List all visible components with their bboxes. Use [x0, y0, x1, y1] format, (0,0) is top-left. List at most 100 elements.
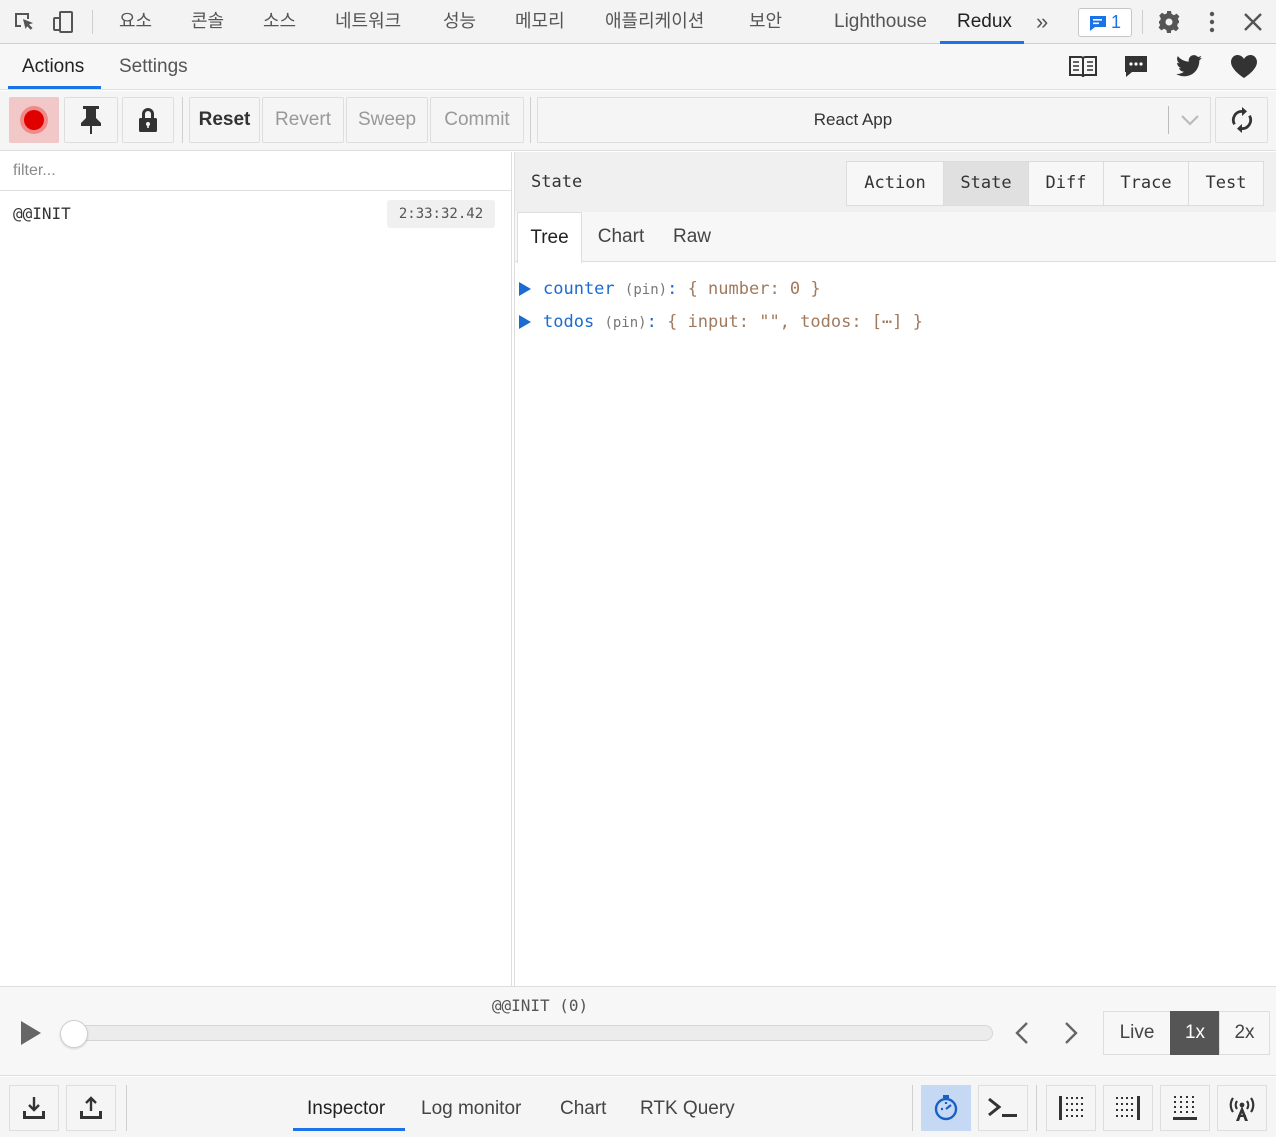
- action-timestamp: 2:33:32.42: [387, 200, 495, 228]
- settings-gear-icon[interactable]: [1157, 10, 1181, 34]
- tab-performance[interactable]: 성능: [443, 0, 476, 44]
- pin-link[interactable]: (pin): [625, 282, 667, 298]
- import-button[interactable]: [9, 1085, 59, 1131]
- active-tab-indicator: [293, 1128, 405, 1131]
- message-icon: [1089, 15, 1107, 32]
- timer-icon: [932, 1094, 960, 1122]
- issues-badge[interactable]: 1: [1078, 8, 1132, 37]
- terminal-button[interactable]: [978, 1085, 1028, 1131]
- more-tabs-button[interactable]: »: [1036, 0, 1048, 44]
- tree-value: { number: 0 }: [687, 279, 821, 299]
- dispatcher-toggle-button[interactable]: [921, 1085, 971, 1131]
- kebab-menu-icon[interactable]: [1200, 10, 1224, 34]
- divider: [1036, 1085, 1037, 1131]
- pin-icon: [79, 105, 103, 135]
- divider: [126, 1085, 127, 1131]
- device-toolbar-icon[interactable]: [51, 10, 75, 34]
- tab-settings[interactable]: Settings: [119, 44, 188, 90]
- divider: [92, 10, 93, 34]
- divider: [912, 1085, 913, 1131]
- action-list-item[interactable]: @@INIT 2:33:32.42: [0, 192, 511, 236]
- terminal-icon: [987, 1097, 1019, 1119]
- tree-node-todos[interactable]: todos (pin): { input: "", todos: [⋯] }: [515, 309, 1275, 337]
- slider-action-label: @@INIT (0): [491, 996, 589, 1015]
- speed-live-button[interactable]: Live: [1103, 1011, 1171, 1055]
- export-button[interactable]: [66, 1085, 116, 1131]
- chat-icon[interactable]: [1123, 54, 1153, 80]
- tree-colon: :: [646, 312, 657, 332]
- download-icon: [21, 1095, 47, 1121]
- tab-memory[interactable]: 메모리: [515, 0, 565, 44]
- slider-thumb[interactable]: [60, 1020, 88, 1048]
- dock-left-button[interactable]: [1046, 1085, 1096, 1131]
- sync-icon: [1229, 106, 1255, 134]
- speed-1x-button[interactable]: 1x: [1170, 1011, 1220, 1055]
- active-tab-indicator: [8, 86, 101, 89]
- subtab-raw[interactable]: Raw: [667, 212, 717, 262]
- chevron-down-icon: [1180, 112, 1200, 128]
- element-picker-icon[interactable]: [12, 10, 36, 34]
- tree-node-label: counter (pin): { number: 0 }: [543, 279, 821, 299]
- tree-node-counter[interactable]: counter (pin): { number: 0 }: [515, 276, 1275, 304]
- tab-elements[interactable]: 요소: [119, 0, 152, 44]
- tab-application[interactable]: 애플리케이션: [605, 0, 704, 44]
- chevron-left-icon[interactable]: [1013, 1021, 1033, 1045]
- upload-icon: [78, 1095, 104, 1121]
- state-view-tabs: Tree Chart Raw: [515, 212, 1276, 263]
- bottom-bar: Inspector Log monitor Chart RTK Query: [0, 1077, 1276, 1137]
- action-name: @@INIT: [13, 204, 71, 223]
- slider-track[interactable]: [63, 1025, 993, 1041]
- state-panel-header: State Action State Diff Trace Test: [515, 152, 1276, 212]
- state-panel: State Action State Diff Trace Test Tree …: [514, 152, 1276, 986]
- tab-network[interactable]: 네트워크: [335, 0, 401, 44]
- dock-bottom-icon: [1172, 1095, 1198, 1121]
- instance-name: React App: [813, 110, 893, 129]
- tree-value: { input: "", todos: [⋯] }: [667, 312, 923, 332]
- tab-test[interactable]: Test: [1188, 161, 1264, 206]
- tab-diff[interactable]: Diff: [1028, 161, 1104, 206]
- tree-node-label: todos (pin): { input: "", todos: [⋯] }: [543, 312, 923, 332]
- record-button[interactable]: [9, 97, 59, 143]
- chevron-right-icon[interactable]: [1060, 1021, 1080, 1045]
- tab-lighthouse[interactable]: Lighthouse: [834, 0, 927, 44]
- record-icon: [19, 105, 49, 135]
- tab-state[interactable]: State: [943, 161, 1029, 206]
- subtab-tree[interactable]: Tree: [517, 212, 582, 263]
- dock-right-button[interactable]: [1103, 1085, 1153, 1131]
- tab-redux[interactable]: Redux: [957, 0, 1012, 44]
- instance-select[interactable]: React App: [537, 97, 1211, 143]
- broadcast-tower-icon: [1226, 1094, 1258, 1122]
- dock-bottom-button[interactable]: [1160, 1085, 1210, 1131]
- pin-link[interactable]: (pin): [604, 315, 646, 331]
- book-icon[interactable]: [1068, 54, 1098, 80]
- tab-actions[interactable]: Actions: [22, 44, 84, 90]
- divider: [530, 97, 531, 143]
- tab-console[interactable]: 콘솔: [191, 0, 224, 44]
- tab-chart[interactable]: Chart: [560, 1077, 606, 1137]
- speed-2x-button[interactable]: 2x: [1219, 1011, 1270, 1055]
- close-icon[interactable]: [1241, 10, 1265, 34]
- tree-key: todos: [543, 312, 595, 332]
- twitter-icon[interactable]: [1176, 54, 1206, 80]
- expand-arrow-icon[interactable]: [518, 281, 532, 297]
- heart-icon[interactable]: [1230, 54, 1260, 80]
- remote-button[interactable]: [1217, 1085, 1267, 1131]
- filter-input[interactable]: [0, 152, 511, 191]
- lock-button[interactable]: [122, 97, 174, 143]
- play-icon[interactable]: [19, 1020, 43, 1046]
- expand-arrow-icon[interactable]: [518, 314, 532, 330]
- reset-button[interactable]: Reset: [189, 97, 260, 143]
- subtab-chart[interactable]: Chart: [591, 212, 651, 262]
- pin-button[interactable]: [64, 97, 118, 143]
- sync-button[interactable]: [1215, 97, 1268, 143]
- tab-trace[interactable]: Trace: [1103, 161, 1189, 206]
- tab-action[interactable]: Action: [846, 161, 944, 206]
- sweep-button[interactable]: Sweep: [346, 97, 428, 143]
- commit-button[interactable]: Commit: [430, 97, 524, 143]
- revert-button[interactable]: Revert: [262, 97, 344, 143]
- tab-log-monitor[interactable]: Log monitor: [421, 1077, 521, 1137]
- tab-security[interactable]: 보안: [749, 0, 782, 44]
- tab-rtk-query[interactable]: RTK Query: [640, 1077, 735, 1137]
- time-travel-slider-bar: @@INIT (0) Live 1x 2x: [0, 986, 1276, 1076]
- tab-sources[interactable]: 소스: [263, 0, 296, 44]
